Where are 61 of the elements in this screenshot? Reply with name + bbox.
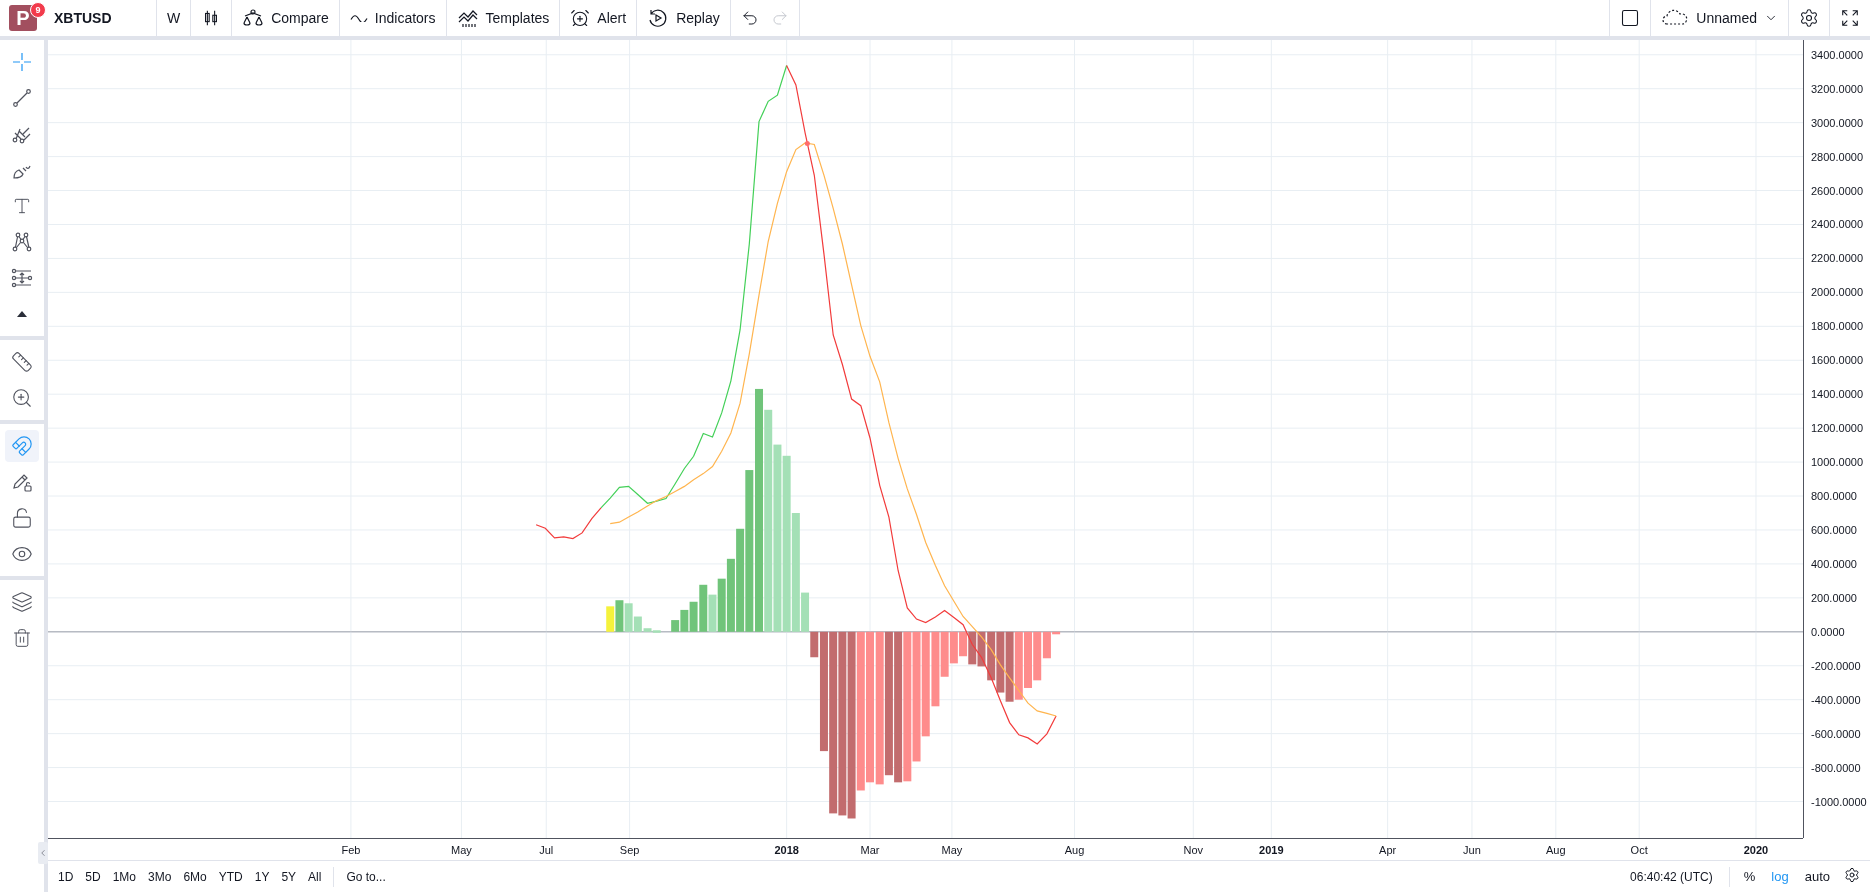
price-axis-label: 600.0000 [1811,523,1857,536]
price-axis-label: 2800.0000 [1811,150,1863,163]
price-axis-label: 3000.0000 [1811,116,1863,129]
time-axis-label: 2019 [1259,844,1284,856]
price-axis-label: 2600.0000 [1811,184,1863,197]
time-axis-label: Aug [1546,844,1566,856]
time-axis-label: Jun [1463,844,1481,856]
toolbar-button[interactable]: Compare [232,0,339,36]
time-axis-label: Jul [539,844,554,856]
toolbar-button[interactable]: Alert [560,0,637,36]
range-button[interactable]: 1Mo [106,867,143,886]
toolbar-button[interactable]: Replay [637,0,730,36]
price-axis-label: 400.0000 [1811,557,1857,570]
price-axis-label: 1200.0000 [1811,422,1863,435]
price-axis-label: -800.0000 [1811,761,1861,774]
toolbar-button[interactable]: Templates [446,0,560,36]
range-button[interactable]: 1D [52,867,80,886]
price-axis-label: 2000.0000 [1811,286,1863,299]
price-axis-label: 1400.0000 [1811,388,1863,401]
price-axis-label: 800.0000 [1811,490,1857,502]
symbol-search[interactable]: XBTUSD [46,0,156,36]
time-axis-label: Sep [619,844,640,856]
range-button[interactable]: YTD [212,867,249,886]
time-axis-label: Feb [341,844,361,856]
range-button[interactable]: 5D [79,867,107,886]
time-axis-label: 2018 [774,844,799,856]
price-axis-label: 3200.0000 [1811,82,1863,95]
price-axis-label: -400.0000 [1811,693,1861,706]
range-button[interactable]: 6Mo [177,867,213,886]
price-axis-label: 200.0000 [1811,591,1857,604]
range-button[interactable]: All [302,867,328,886]
range-button[interactable]: 1Y [248,867,276,886]
time-axis-label: Nov [1183,844,1204,856]
time-axis-label: 2020 [1743,844,1769,856]
range-button[interactable]: 5Y [275,867,303,886]
price-axis-label: 1800.0000 [1811,320,1863,333]
layout-button[interactable]: Unnamed [1651,0,1788,36]
time-axis-label: Mar [860,844,880,856]
price-axis-label: 0.0000 [1811,625,1845,638]
price-axis-label: 1600.0000 [1811,354,1863,367]
price-axis-label: -1000.0000 [1811,795,1867,808]
price-axis-label: 2200.0000 [1811,252,1863,265]
price-axis-label: -200.0000 [1811,659,1861,672]
price-axis-label: 1000.0000 [1811,456,1863,469]
time-axis-label: Oct [1630,844,1648,856]
time-axis-label: Apr [1379,844,1397,856]
price-axis-label: 2400.0000 [1811,218,1863,231]
range-button[interactable]: 3Mo [142,867,178,886]
toolbar-button[interactable]: Indicators [339,0,446,36]
scale-toggle[interactable]: auto [1796,867,1838,886]
interval-button[interactable]: W [157,0,191,36]
time-axis-label: May [451,844,472,856]
price-axis-label: -600.0000 [1811,727,1861,740]
time-axis-label: Aug [1064,844,1085,856]
time-axis-label: May [941,844,963,856]
notification-badge: 9 [30,2,46,18]
price-axis-label: 3400.0000 [1811,48,1863,61]
goto-button[interactable]: Go to... [340,867,392,886]
app-logo[interactable]: P [9,5,37,31]
clock-text: 06:40:42 (UTC) [1629,869,1714,884]
scale-toggle[interactable]: % [1735,867,1764,886]
